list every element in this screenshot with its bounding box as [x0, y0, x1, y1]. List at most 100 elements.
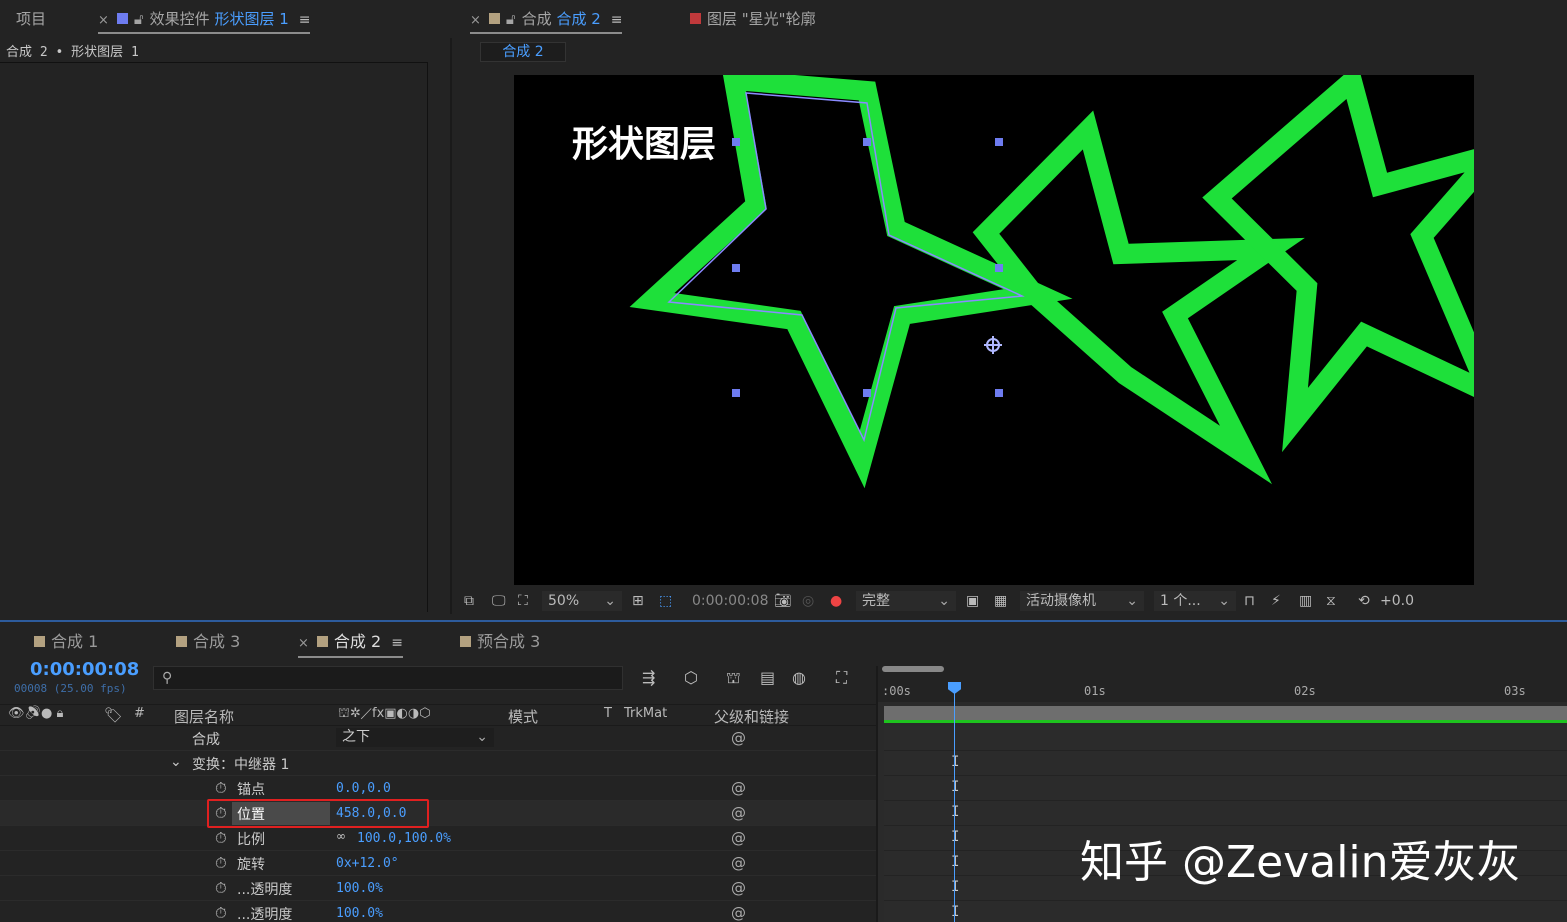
graph-editor-icon[interactable]: ⛶ [836, 668, 847, 688]
pickwhip-icon[interactable]: @ [731, 829, 746, 847]
composition-viewer[interactable]: 形状图层 [514, 75, 1474, 585]
layer-color-icon [116, 13, 128, 24]
effect-controls-body [0, 62, 428, 612]
anchor-value[interactable]: 0.0,0.0 [336, 781, 391, 796]
tab-effect-controls[interactable]: × 🔓︎ 效果控件 形状图层 1 ≡ [98, 8, 311, 34]
zoom-dropdown[interactable]: 50% [542, 591, 622, 611]
unlock-icon[interactable]: 🔓︎ [134, 10, 144, 28]
panel-menu-icon[interactable]: ≡ [299, 12, 311, 28]
keyframe-marker[interactable]: I [951, 804, 959, 820]
breadcrumb: 合成 2 • 形状图层 1 [6, 45, 139, 60]
camera-dropdown[interactable]: 活动摄像机 [1020, 591, 1144, 611]
region-icon[interactable]: ▣ [966, 591, 979, 611]
pickwhip-icon[interactable]: @ [731, 804, 746, 822]
frame-blending-icon[interactable]: ▤ [760, 668, 775, 687]
keyframe-marker[interactable]: I [951, 879, 959, 895]
property-row-scale: ⏱︎ 比例 ∞ 100.0,100.0% @ [0, 826, 876, 851]
snapshot-history-icon[interactable]: ⧉ [464, 591, 474, 611]
timeline-icon[interactable]: ▥ [1299, 591, 1312, 611]
reset-exposure-icon[interactable]: ⟲ [1358, 591, 1370, 611]
scale-value[interactable]: 100.0,100.0% [357, 831, 451, 846]
keyframe-marker[interactable]: I [951, 904, 959, 920]
time-ruler[interactable]: :00s 01s 02s 03s [878, 666, 1567, 702]
left-panel-tabs: 项目 × 🔓︎ 效果控件 形状图层 1 ≡ [0, 0, 452, 38]
link-icon[interactable]: ∞ [336, 829, 346, 843]
exposure-value[interactable]: +0.0 [1380, 591, 1414, 611]
transparency-grid-icon[interactable]: ▦ [994, 591, 1007, 611]
tab-layer[interactable]: 图层 "星光"轮廓 [690, 8, 816, 34]
channel-icon[interactable]: ◎ [802, 591, 814, 611]
pickwhip-icon[interactable]: @ [731, 904, 746, 922]
chevron-down-icon[interactable]: ⌄ [170, 754, 182, 770]
col-layer-name[interactable]: 图层名称 [174, 706, 234, 727]
start-opacity-value[interactable]: 100.0% [336, 881, 383, 896]
col-t: T [604, 706, 612, 721]
frame-count: 00008 (25.00 fps) [14, 682, 127, 695]
pickwhip-icon[interactable]: @ [731, 779, 746, 797]
property-row-rotation: ⏱︎ 旋转 0x+12.0° @ [0, 851, 876, 876]
timeline-tab-3[interactable]: × 合成 2 ≡ [298, 628, 403, 658]
keyframe-marker[interactable]: I [951, 829, 959, 845]
tab-composition[interactable]: × 🔓︎ 合成 合成 2 ≡ [470, 8, 623, 34]
camera-icon[interactable]: 📷︎ [774, 591, 792, 611]
anchor-point-icon [984, 336, 1002, 354]
close-icon[interactable]: × [470, 13, 481, 28]
fit-icon[interactable]: ⊞ [632, 591, 644, 611]
stars-graphic [629, 75, 1474, 489]
panel-menu-icon[interactable]: ≡ [611, 12, 623, 28]
timeline-tab-4[interactable]: 预合成 3 [460, 628, 540, 652]
property-row-position: ⏱︎ 位置 458.0,0.0 @ [0, 799, 876, 828]
property-row-end-opacity: ⏱︎ ...透明度 100.0% @ [0, 901, 876, 922]
layer-search-input[interactable]: ⚲ [153, 666, 623, 690]
search-icon: ⚲ [162, 670, 173, 686]
work-area-bar[interactable] [882, 666, 944, 672]
display-icon[interactable]: 🖵︎ [492, 591, 506, 611]
comp-flowchart-icon[interactable]: ⇶ [642, 668, 655, 687]
stopwatch-icon[interactable]: ⏱︎ [215, 829, 227, 847]
keyframe-marker[interactable]: I [951, 779, 959, 795]
flowchart-icon[interactable]: ⧖ [1326, 591, 1336, 611]
label-icon: 🏷︎ [104, 706, 124, 724]
layer-duration-bar[interactable] [884, 706, 1567, 720]
resolution-dropdown[interactable]: 完整 [856, 591, 956, 611]
property-row-anchor: ⏱︎ 锚点 0.0,0.0 @ [0, 776, 876, 801]
pickwhip-icon[interactable]: @ [731, 729, 746, 747]
timecode-display[interactable]: 0:00:00:08 [692, 591, 769, 611]
pickwhip-icon[interactable]: @ [731, 879, 746, 897]
property-row-start-opacity: ⏱︎ ...透明度 100.0% @ [0, 876, 876, 901]
fast-preview-icon[interactable]: ⚡︎ [1271, 591, 1281, 611]
color-channels-icon[interactable]: ● [830, 591, 842, 611]
motion-blur-icon[interactable]: ◍ [792, 668, 806, 687]
pickwhip-icon[interactable]: @ [731, 854, 746, 872]
toggle-pixel-icon[interactable]: ⊓ [1244, 591, 1255, 611]
timeline-tab-1[interactable]: 合成 1 [34, 628, 98, 652]
close-icon[interactable]: × [98, 13, 109, 28]
shy-layers-icon[interactable]: ⛫ [726, 668, 741, 689]
col-parent: 父级和链接 [714, 708, 790, 726]
views-dropdown[interactable]: 1 个... [1154, 591, 1236, 611]
keyframe-marker[interactable]: I [951, 854, 959, 870]
composite-dropdown[interactable]: 之下 [336, 728, 494, 747]
keyframe-marker[interactable]: I [951, 754, 959, 770]
layer-column-header: 👁︎🔊︎● 🔒︎ 🏷︎ # 图层名称 ⛫✲⟋fx▣◐◑⬡ 模式 T TrkMat… [0, 704, 876, 726]
end-opacity-value[interactable]: 100.0% [336, 906, 383, 921]
draft-3d-icon[interactable]: ⬡ [684, 668, 698, 687]
current-time-indicator[interactable] [954, 684, 955, 922]
timeline-tab-2[interactable]: 合成 3 [176, 628, 240, 652]
property-group-transform: ⌄ 变换：中继器 1 [0, 751, 876, 776]
current-time[interactable]: 0:00:00:08 [30, 659, 139, 680]
position-value[interactable]: 458.0,0.0 [336, 806, 406, 821]
effect-controls-panel: 项目 × 🔓︎ 效果控件 形状图层 1 ≡ 合成 2 • 形状图层 1 [0, 0, 452, 614]
stopwatch-icon[interactable]: ⏱︎ [215, 854, 227, 872]
tab-project[interactable]: 项目 [16, 8, 46, 34]
rotation-value[interactable]: 0x+12.0° [336, 856, 399, 871]
stopwatch-icon[interactable]: ⏱︎ [215, 879, 227, 897]
safe-area-icon[interactable]: ⬚ [659, 591, 672, 611]
stopwatch-icon[interactable]: ⏱︎ [215, 904, 227, 922]
comp-navigator-tab[interactable]: 合成 2 [480, 42, 566, 62]
mask-icon[interactable]: ⛶ [518, 591, 528, 611]
stopwatch-icon[interactable]: ⏱︎ [215, 804, 227, 822]
watermark: 知乎 @Zevalin爱灰灰 [1080, 837, 1521, 888]
unlock-icon[interactable]: 🔓︎ [506, 10, 516, 28]
stopwatch-icon[interactable]: ⏱︎ [215, 779, 227, 797]
